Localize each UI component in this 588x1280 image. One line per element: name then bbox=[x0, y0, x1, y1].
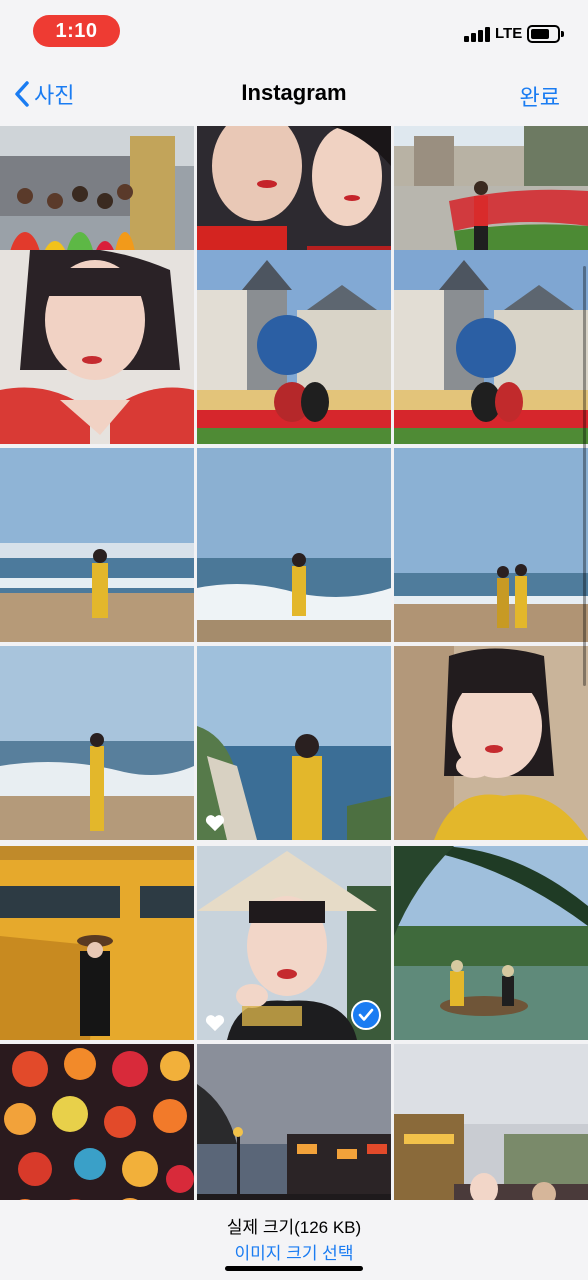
select-image-size-button[interactable]: 이미지 크기 선택 bbox=[0, 1239, 588, 1264]
photo-girl-conical-hat[interactable] bbox=[197, 846, 391, 1040]
favorite-heart-icon bbox=[205, 815, 225, 832]
photo-grid bbox=[0, 126, 588, 1200]
network-type: LTE bbox=[495, 25, 523, 42]
photo-girl-street-dusk[interactable] bbox=[394, 1044, 588, 1200]
nav-bar: 사진 Instagram 완료 bbox=[0, 62, 588, 126]
photo-girl-beach-waves[interactable] bbox=[197, 448, 391, 642]
cellular-signal-icon bbox=[464, 26, 492, 42]
photo-old-town-dusk[interactable] bbox=[197, 1044, 391, 1200]
photo-two-girls-castle-globe[interactable] bbox=[197, 250, 391, 444]
selected-checkmark-icon[interactable] bbox=[351, 1000, 381, 1030]
status-time[interactable]: 1:10 bbox=[33, 15, 120, 47]
photo-girl-sea-cliff[interactable] bbox=[197, 646, 391, 840]
photo-two-girls-beach[interactable] bbox=[394, 448, 588, 642]
photo-girl-beach-walking[interactable] bbox=[0, 646, 194, 840]
photo-lanterns-night[interactable] bbox=[0, 1044, 194, 1200]
home-indicator[interactable] bbox=[225, 1266, 363, 1271]
photo-selfie-red-top[interactable] bbox=[0, 250, 194, 444]
scroll-indicator[interactable] bbox=[583, 266, 586, 686]
photo-two-girls-castle-globe-2[interactable] bbox=[394, 250, 588, 444]
photo-girl-hand-on-chin[interactable] bbox=[394, 646, 588, 840]
photo-basket-boat-palm[interactable] bbox=[394, 846, 588, 1040]
photo-girl-beach-yellow-dress[interactable] bbox=[0, 448, 194, 642]
favorite-heart-icon bbox=[205, 1015, 225, 1032]
image-size-label: 실제 크기(126 KB) bbox=[226, 1218, 362, 1237]
status-bar: 1:10 LTE bbox=[0, 0, 588, 62]
done-button[interactable]: 완료 bbox=[520, 80, 560, 112]
page-title: Instagram bbox=[241, 80, 347, 105]
photo-girl-yellow-wall[interactable] bbox=[0, 846, 194, 1040]
battery-icon bbox=[527, 25, 564, 43]
